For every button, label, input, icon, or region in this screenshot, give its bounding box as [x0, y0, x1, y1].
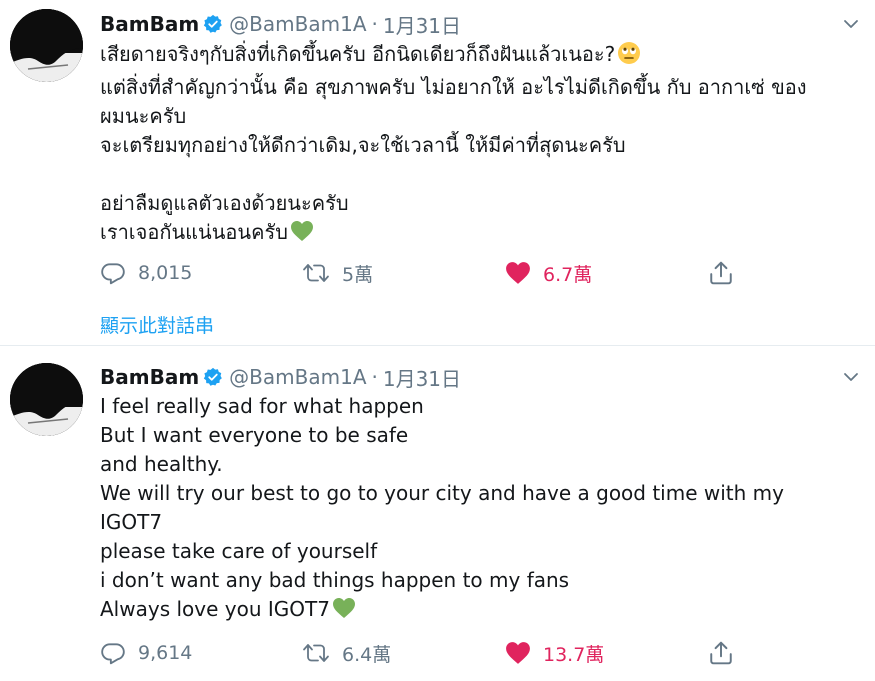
reply-count: 8,015 — [138, 262, 193, 284]
separator-dot: · — [371, 365, 378, 389]
green-heart-icon — [332, 597, 356, 627]
user-handle[interactable]: @BamBam1A — [229, 365, 366, 389]
retweet-count: 5萬 — [342, 263, 374, 286]
tweet-text-line: IGOT7 — [100, 510, 163, 534]
face-with-rolling-eyes-icon — [617, 41, 641, 73]
user-handle[interactable]: @BamBam1A — [229, 12, 366, 36]
tweet-text-line: อย่าลืมดูแลตัวเองด้วยนะครับ — [100, 191, 349, 215]
show-thread-link[interactable]: 顯示此對話串 — [100, 311, 214, 338]
reply-icon — [101, 643, 125, 665]
heart-filled-icon — [506, 642, 530, 664]
tweet-header: BamBam @BamBam1A · 1月31日 — [100, 10, 461, 38]
tweet[interactable]: BamBam @BamBam1A · 1月31日 เสียดายจริงๆกับ… — [0, 0, 875, 345]
share-button[interactable] — [708, 258, 746, 288]
like-button[interactable]: 6.7萬 — [505, 258, 592, 288]
display-name[interactable]: BamBam — [100, 12, 199, 36]
like-count: 6.7萬 — [543, 263, 593, 286]
retweet-icon — [303, 264, 329, 282]
verified-badge-icon — [203, 14, 223, 34]
avatar[interactable] — [10, 9, 83, 82]
tweet-actions: 8,015 5萬 6.7萬 — [100, 258, 760, 288]
tweet-text-line: ผมนะครับ — [100, 104, 187, 128]
like-count: 13.7萬 — [543, 643, 605, 666]
tweet-text-line: But I want everyone to be safe — [100, 423, 409, 447]
separator-dot: · — [371, 12, 378, 36]
reply-icon — [101, 263, 125, 285]
tweet-text: เสียดายจริงๆกับสิ่งที่เกิดขึ้นครับ อีกนิ… — [100, 40, 860, 250]
tweet-text-line: We will try our best to go to your city … — [100, 481, 784, 505]
tweet-date[interactable]: 1月31日 — [383, 363, 461, 392]
like-button[interactable]: 13.7萬 — [505, 638, 604, 668]
retweet-icon — [303, 644, 329, 662]
reply-count: 9,614 — [138, 642, 193, 664]
tweet-text-line: จะเตรียมทุกอย่างให้ดีกว่าเดิม,จะใช้เวลาน… — [100, 133, 626, 157]
tweet-text-line: Always love you IGOT7 — [100, 597, 330, 621]
tweet-actions: 9,614 6.4萬 13.7萬 — [100, 638, 760, 668]
tweet-text-line: and healthy. — [100, 452, 223, 476]
share-button[interactable] — [708, 638, 746, 668]
share-icon — [710, 261, 732, 285]
reply-button[interactable]: 8,015 — [100, 258, 192, 288]
tweet-text-line: i don’t want any bad things happen to my… — [100, 568, 570, 592]
tweet-text-line: แต่สิ่งที่สำคัญกว่านั้น คือ สุขภาพครับ ไ… — [100, 75, 807, 99]
green-heart-icon — [290, 220, 314, 250]
heart-filled-icon — [506, 262, 530, 284]
tweet-text: I feel really sad for what happen But I … — [100, 392, 860, 627]
tweet-text-line: please take care of yourself — [100, 539, 378, 563]
avatar[interactable] — [10, 363, 83, 436]
retweet-button[interactable]: 5萬 — [302, 258, 373, 288]
chevron-down-icon[interactable] — [841, 367, 861, 387]
tweet-header: BamBam @BamBam1A · 1月31日 — [100, 363, 461, 391]
display-name[interactable]: BamBam — [100, 365, 199, 389]
share-icon — [710, 641, 732, 665]
tweet-text-line: I feel really sad for what happen — [100, 394, 424, 418]
reply-button[interactable]: 9,614 — [100, 638, 192, 668]
retweet-count: 6.4萬 — [342, 643, 392, 666]
chevron-down-icon[interactable] — [841, 14, 861, 34]
tweet-date[interactable]: 1月31日 — [383, 10, 461, 39]
tweet-text-line: เสียดายจริงๆกับสิ่งที่เกิดขึ้นครับ อีกนิ… — [100, 42, 616, 66]
retweet-button[interactable]: 6.4萬 — [302, 638, 391, 668]
verified-badge-icon — [203, 367, 223, 387]
tweet-text-line: เราเจอกันแน่นอนครับ — [100, 220, 288, 244]
